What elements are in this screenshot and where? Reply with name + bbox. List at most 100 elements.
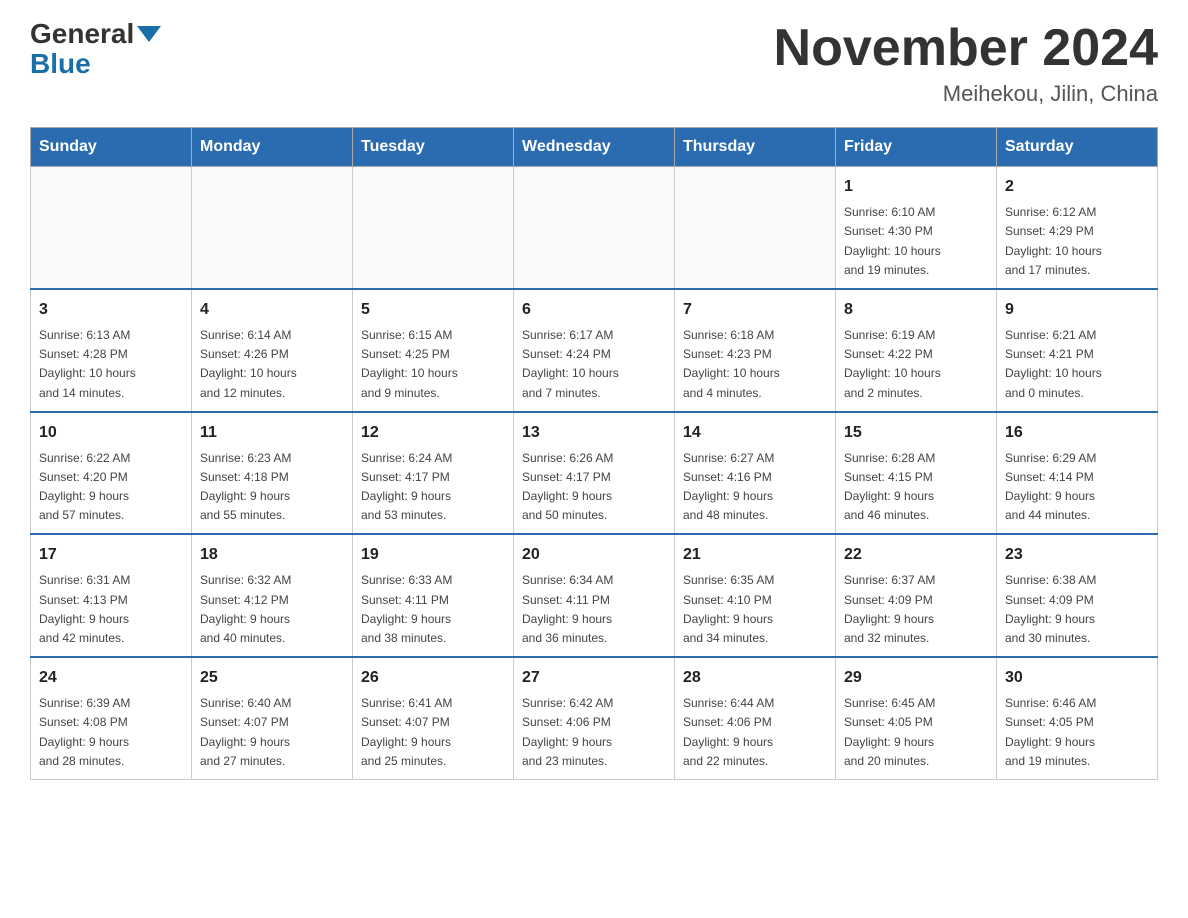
calendar-cell: 21 Sunrise: 6:35 AM Sunset: 4:10 PM Dayli… <box>675 534 836 657</box>
day-info: Sunrise: 6:15 AM Sunset: 4:25 PM Dayligh… <box>361 326 505 403</box>
day-number: 24 <box>39 666 183 690</box>
day-number: 16 <box>1005 421 1149 445</box>
day-number: 1 <box>844 175 988 199</box>
day-number: 19 <box>361 543 505 567</box>
day-info: Sunrise: 6:24 AM Sunset: 4:17 PM Dayligh… <box>361 449 505 526</box>
day-number: 28 <box>683 666 827 690</box>
day-info: Sunrise: 6:18 AM Sunset: 4:23 PM Dayligh… <box>683 326 827 403</box>
calendar-cell <box>192 167 353 289</box>
day-info: Sunrise: 6:32 AM Sunset: 4:12 PM Dayligh… <box>200 571 344 648</box>
calendar-table: SundayMondayTuesdayWednesdayThursdayFrid… <box>30 127 1158 780</box>
day-number: 15 <box>844 421 988 445</box>
day-number: 14 <box>683 421 827 445</box>
calendar-cell: 10 Sunrise: 6:22 AM Sunset: 4:20 PM Dayli… <box>31 412 192 535</box>
day-info: Sunrise: 6:21 AM Sunset: 4:21 PM Dayligh… <box>1005 326 1149 403</box>
calendar-cell: 9 Sunrise: 6:21 AM Sunset: 4:21 PM Daylig… <box>997 289 1158 412</box>
calendar-cell: 16Sunrise: 6:29 AM Sunset: 4:14 PM Dayli… <box>997 412 1158 535</box>
day-number: 29 <box>844 666 988 690</box>
calendar-cell: 14Sunrise: 6:27 AM Sunset: 4:16 PM Dayli… <box>675 412 836 535</box>
calendar-week-4: 17 Sunrise: 6:31 AM Sunset: 4:13 PM Dayli… <box>31 534 1158 657</box>
calendar-cell: 1 Sunrise: 6:10 AM Sunset: 4:30 PM Daylig… <box>836 167 997 289</box>
logo-general-text: General <box>30 20 134 48</box>
calendar-cell: 4Sunrise: 6:14 AM Sunset: 4:26 PM Daylig… <box>192 289 353 412</box>
calendar-header-sunday: Sunday <box>31 128 192 167</box>
calendar-cell: 18 Sunrise: 6:32 AM Sunset: 4:12 PM Dayli… <box>192 534 353 657</box>
day-info: Sunrise: 6:10 AM Sunset: 4:30 PM Dayligh… <box>844 203 988 280</box>
day-number: 12 <box>361 421 505 445</box>
day-number: 7 <box>683 298 827 322</box>
day-info: Sunrise: 6:37 AM Sunset: 4:09 PM Dayligh… <box>844 571 988 648</box>
day-number: 20 <box>522 543 666 567</box>
day-info: Sunrise: 6:34 AM Sunset: 4:11 PM Dayligh… <box>522 571 666 648</box>
location-text: Meihekou, Jilin, China <box>774 81 1158 107</box>
day-info: Sunrise: 6:38 AM Sunset: 4:09 PM Dayligh… <box>1005 571 1149 648</box>
day-number: 30 <box>1005 666 1149 690</box>
day-number: 23 <box>1005 543 1149 567</box>
calendar-cell: 2 Sunrise: 6:12 AM Sunset: 4:29 PM Daylig… <box>997 167 1158 289</box>
day-info: Sunrise: 6:40 AM Sunset: 4:07 PM Dayligh… <box>200 694 344 771</box>
logo-triangle-icon <box>137 26 161 42</box>
day-number: 18 <box>200 543 344 567</box>
page-header: General Blue November 2024 Meihekou, Jil… <box>30 20 1158 107</box>
day-number: 21 <box>683 543 827 567</box>
calendar-cell: 3 Sunrise: 6:13 AM Sunset: 4:28 PM Daylig… <box>31 289 192 412</box>
calendar-week-2: 3 Sunrise: 6:13 AM Sunset: 4:28 PM Daylig… <box>31 289 1158 412</box>
calendar-header-wednesday: Wednesday <box>514 128 675 167</box>
day-number: 2 <box>1005 175 1149 199</box>
calendar-cell: 26Sunrise: 6:41 AM Sunset: 4:07 PM Dayli… <box>353 657 514 779</box>
calendar-cell: 17 Sunrise: 6:31 AM Sunset: 4:13 PM Dayli… <box>31 534 192 657</box>
calendar-header-friday: Friday <box>836 128 997 167</box>
calendar-header-tuesday: Tuesday <box>353 128 514 167</box>
calendar-cell: 8 Sunrise: 6:19 AM Sunset: 4:22 PM Daylig… <box>836 289 997 412</box>
calendar-cell: 19 Sunrise: 6:33 AM Sunset: 4:11 PM Dayli… <box>353 534 514 657</box>
day-number: 13 <box>522 421 666 445</box>
day-number: 25 <box>200 666 344 690</box>
day-number: 22 <box>844 543 988 567</box>
calendar-cell: 25 Sunrise: 6:40 AM Sunset: 4:07 PM Dayli… <box>192 657 353 779</box>
day-info: Sunrise: 6:33 AM Sunset: 4:11 PM Dayligh… <box>361 571 505 648</box>
calendar-cell: 7 Sunrise: 6:18 AM Sunset: 4:23 PM Daylig… <box>675 289 836 412</box>
day-info: Sunrise: 6:42 AM Sunset: 4:06 PM Dayligh… <box>522 694 666 771</box>
calendar-header-thursday: Thursday <box>675 128 836 167</box>
day-info: Sunrise: 6:23 AM Sunset: 4:18 PM Dayligh… <box>200 449 344 526</box>
logo: General Blue <box>30 20 161 80</box>
day-number: 17 <box>39 543 183 567</box>
day-info: Sunrise: 6:13 AM Sunset: 4:28 PM Dayligh… <box>39 326 183 403</box>
calendar-week-1: 1 Sunrise: 6:10 AM Sunset: 4:30 PM Daylig… <box>31 167 1158 289</box>
day-number: 8 <box>844 298 988 322</box>
day-number: 4 <box>200 298 344 322</box>
calendar-header-row: SundayMondayTuesdayWednesdayThursdayFrid… <box>31 128 1158 167</box>
day-info: Sunrise: 6:31 AM Sunset: 4:13 PM Dayligh… <box>39 571 183 648</box>
day-info: Sunrise: 6:28 AM Sunset: 4:15 PM Dayligh… <box>844 449 988 526</box>
day-info: Sunrise: 6:19 AM Sunset: 4:22 PM Dayligh… <box>844 326 988 403</box>
calendar-week-3: 10 Sunrise: 6:22 AM Sunset: 4:20 PM Dayli… <box>31 412 1158 535</box>
calendar-cell: 28Sunrise: 6:44 AM Sunset: 4:06 PM Dayli… <box>675 657 836 779</box>
day-number: 11 <box>200 421 344 445</box>
day-number: 9 <box>1005 298 1149 322</box>
day-info: Sunrise: 6:17 AM Sunset: 4:24 PM Dayligh… <box>522 326 666 403</box>
calendar-header-saturday: Saturday <box>997 128 1158 167</box>
day-info: Sunrise: 6:12 AM Sunset: 4:29 PM Dayligh… <box>1005 203 1149 280</box>
calendar-cell: 11 Sunrise: 6:23 AM Sunset: 4:18 PM Dayli… <box>192 412 353 535</box>
calendar-week-5: 24 Sunrise: 6:39 AM Sunset: 4:08 PM Dayli… <box>31 657 1158 779</box>
calendar-cell: 23 Sunrise: 6:38 AM Sunset: 4:09 PM Dayli… <box>997 534 1158 657</box>
calendar-cell <box>353 167 514 289</box>
day-info: Sunrise: 6:35 AM Sunset: 4:10 PM Dayligh… <box>683 571 827 648</box>
calendar-cell: 6Sunrise: 6:17 AM Sunset: 4:24 PM Daylig… <box>514 289 675 412</box>
calendar-header-monday: Monday <box>192 128 353 167</box>
calendar-cell: 30 Sunrise: 6:46 AM Sunset: 4:05 PM Dayli… <box>997 657 1158 779</box>
calendar-cell <box>675 167 836 289</box>
calendar-cell: 15 Sunrise: 6:28 AM Sunset: 4:15 PM Dayli… <box>836 412 997 535</box>
calendar-cell: 24 Sunrise: 6:39 AM Sunset: 4:08 PM Dayli… <box>31 657 192 779</box>
calendar-cell: 29Sunrise: 6:45 AM Sunset: 4:05 PM Dayli… <box>836 657 997 779</box>
calendar-cell: 5Sunrise: 6:15 AM Sunset: 4:25 PM Daylig… <box>353 289 514 412</box>
calendar-cell <box>31 167 192 289</box>
month-title: November 2024 <box>774 20 1158 77</box>
title-section: November 2024 Meihekou, Jilin, China <box>774 20 1158 107</box>
day-number: 3 <box>39 298 183 322</box>
day-number: 10 <box>39 421 183 445</box>
day-info: Sunrise: 6:22 AM Sunset: 4:20 PM Dayligh… <box>39 449 183 526</box>
day-info: Sunrise: 6:46 AM Sunset: 4:05 PM Dayligh… <box>1005 694 1149 771</box>
day-number: 27 <box>522 666 666 690</box>
day-info: Sunrise: 6:39 AM Sunset: 4:08 PM Dayligh… <box>39 694 183 771</box>
